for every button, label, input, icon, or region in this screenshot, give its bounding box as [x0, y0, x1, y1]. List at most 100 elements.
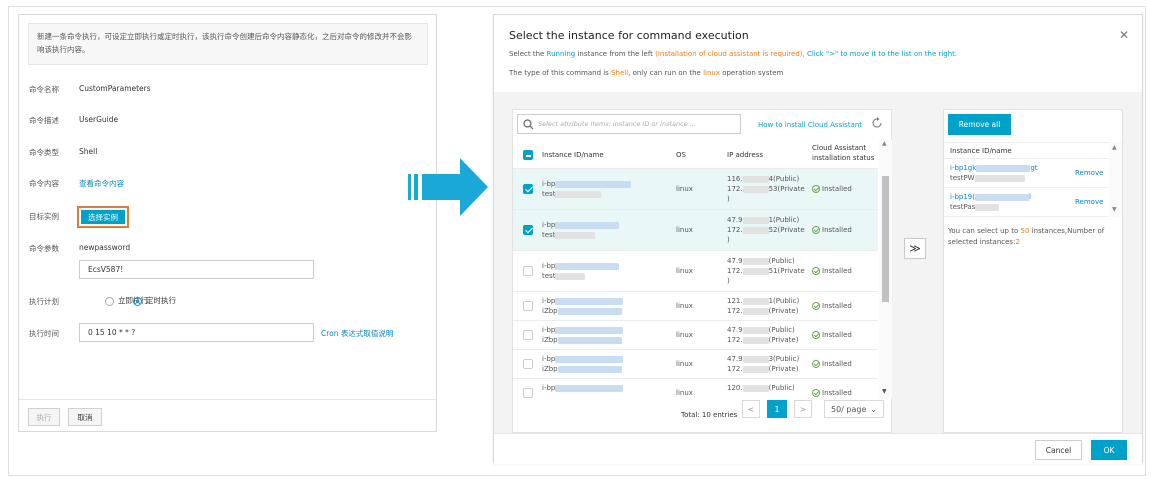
- select-instance-button[interactable]: 选择实例: [81, 210, 125, 224]
- search-input[interactable]: Select attribute items: instance ID or i…: [517, 114, 741, 134]
- table-row[interactable]: i-bp test linux 47.9 (Public) 172. 51(Privat…: [513, 250, 878, 291]
- desc2-part-e: operation system: [719, 69, 784, 77]
- ip-private-suffix: (Private): [768, 336, 799, 344]
- table-row[interactable]: i-bp linux 120. (Public) Installed: [513, 378, 878, 398]
- desc1-part-e: Click ">" to move it to the list on the …: [804, 50, 958, 58]
- search-placeholder: Select attribute items: instance ID or i…: [538, 120, 696, 128]
- ip-private-prefix: 172.: [727, 185, 743, 193]
- select-instance-button-highlight[interactable]: 选择实例: [77, 206, 129, 228]
- param-name: newpassword: [79, 243, 131, 252]
- cron-input[interactable]: 0 15 10 * * ?: [79, 323, 314, 342]
- refresh-icon[interactable]: [871, 117, 883, 131]
- selected-col-header: Instance ID/name: [944, 142, 1109, 159]
- ip-private-prefix: 172.: [727, 226, 743, 234]
- instance-id-prefix: i-bp: [542, 384, 556, 392]
- page-size-value: 50/ page: [831, 404, 867, 414]
- status-text: Installed: [822, 267, 852, 275]
- remove-all-button[interactable]: Remove all: [948, 114, 1011, 135]
- ip-public-prefix: 47.9: [727, 326, 743, 334]
- desc1-running: Running: [546, 50, 576, 58]
- instance-table: Select attribute items: instance ID or i…: [512, 109, 892, 433]
- limit-text-a: You can select up to: [948, 227, 1021, 235]
- row-checkbox[interactable]: [523, 330, 533, 340]
- row-checkbox[interactable]: [523, 266, 533, 276]
- ip-cell: 47.9 (Public) 172. 51(Private): [727, 256, 805, 286]
- check-circle-icon: [812, 226, 820, 234]
- page-size-select[interactable]: 50/ page ⌄: [824, 400, 884, 418]
- instance-id-cell: i-bp iZbp: [542, 325, 624, 345]
- os-cell: linux: [676, 389, 693, 397]
- pagination-total: Total: 10 entries: [681, 411, 738, 419]
- radio-timed[interactable]: [133, 296, 142, 306]
- plan-timed-option[interactable]: 定时执行: [133, 295, 176, 306]
- status-cell: Installed: [812, 225, 852, 235]
- scroll-up-icon[interactable]: ▲: [1112, 144, 1117, 151]
- ip-public-suffix: (Public): [768, 326, 795, 334]
- remove-item-button[interactable]: Remove: [1075, 197, 1103, 207]
- desc1-part-c: instance from the left: [575, 50, 656, 58]
- cron-help-link[interactable]: Cron 表达式取值说明: [321, 328, 393, 339]
- row-checkbox[interactable]: [523, 301, 533, 311]
- table-row[interactable]: i-bp iZbp linux 47.9 (Public) 172. (Private)…: [513, 320, 878, 349]
- row-checkbox[interactable]: [523, 225, 533, 235]
- table-scrollbar[interactable]: ▲ ▼: [879, 140, 892, 398]
- instance-name-prefix: test: [542, 272, 556, 280]
- view-content-link[interactable]: 查看命令内容: [79, 178, 124, 189]
- remove-item-button[interactable]: Remove: [1075, 168, 1103, 178]
- selected-scrollbar[interactable]: ▲ ▼: [1109, 142, 1122, 217]
- os-cell: linux: [676, 331, 693, 339]
- status-text: Installed: [822, 226, 852, 234]
- instance-id-cell: i-bp test: [542, 220, 620, 240]
- instance-id-prefix: i-bp: [542, 326, 556, 334]
- ok-button[interactable]: OK: [1091, 440, 1127, 460]
- ip-public-prefix: 116.: [727, 175, 743, 183]
- move-right-button[interactable]: ≫: [904, 238, 926, 259]
- instance-id-cell: i-bp test: [542, 179, 632, 199]
- ip-close-paren: ): [727, 277, 730, 285]
- ip-private-prefix: 172.: [727, 267, 743, 275]
- col-instance-id: Instance ID/name: [542, 151, 604, 159]
- selected-item: i-bp19(l testPas Remove: [944, 188, 1109, 217]
- scroll-down-icon[interactable]: ▼: [1112, 206, 1117, 213]
- pagination: < 1 > 50/ page ⌄: [742, 400, 892, 418]
- dialog-footer: Cancel OK: [494, 433, 1142, 464]
- select-all-checkbox[interactable]: [523, 150, 533, 160]
- ip-private-prefix: 172.: [727, 336, 743, 344]
- status-cell: Installed: [812, 330, 852, 340]
- cancel-button-left[interactable]: 取消: [68, 408, 102, 426]
- scroll-up-icon[interactable]: ▲: [882, 140, 887, 147]
- close-icon[interactable]: ✕: [1119, 28, 1129, 42]
- row-checkbox[interactable]: [523, 184, 533, 194]
- prev-page-button[interactable]: <: [742, 400, 760, 418]
- install-guide-link[interactable]: How to install Cloud Assistant: [758, 121, 862, 129]
- row-checkbox[interactable]: [523, 359, 533, 369]
- table-row[interactable]: i-bp test linux 116. 4(Public) 172. 53(Priva…: [513, 168, 878, 209]
- ip-close-paren: ): [727, 236, 730, 244]
- scroll-thumb[interactable]: [882, 176, 889, 302]
- notice-box: 新建一条命令执行，可设定立即执行或定时执行，该执行命令创建后命令内容静态化，之后…: [28, 23, 428, 65]
- time-label: 执行时间: [29, 329, 59, 338]
- ip-public-suffix: 1(Public): [768, 297, 800, 305]
- scroll-down-icon[interactable]: ▼: [882, 388, 887, 395]
- execute-button[interactable]: 执行: [28, 408, 60, 426]
- instance-id-prefix: i-bp: [542, 297, 556, 305]
- table-row[interactable]: i-bp iZbp linux 121. 1(Public) 172. (Private…: [513, 291, 878, 320]
- table-row[interactable]: i-bp iZbp linux 47.9 3(Public) 172. (Private…: [513, 349, 878, 378]
- cancel-button[interactable]: Cancel: [1035, 440, 1082, 460]
- desc-value: UserGuide: [79, 115, 119, 124]
- page-1-button[interactable]: 1: [767, 400, 787, 418]
- param-value-input[interactable]: EcsV587!: [79, 260, 314, 279]
- ip-public-suffix: 3(Public): [768, 355, 800, 363]
- radio-now[interactable]: [105, 296, 114, 306]
- ip-public-suffix: 1(Public): [768, 216, 800, 224]
- status-cell: Installed: [812, 388, 852, 398]
- target-label: 目标实例: [29, 212, 59, 221]
- os-cell: linux: [676, 267, 693, 275]
- instance-name-prefix: iZbp: [542, 307, 558, 315]
- status-cell: Installed: [812, 359, 852, 369]
- table-row[interactable]: i-bp test linux 47.9 1(Public) 172. 52(Priva…: [513, 209, 878, 250]
- os-cell: linux: [676, 302, 693, 310]
- next-page-button[interactable]: >: [794, 400, 812, 418]
- selected-id-prefix: i-bp1gk: [950, 164, 977, 172]
- row-checkbox[interactable]: [523, 388, 533, 398]
